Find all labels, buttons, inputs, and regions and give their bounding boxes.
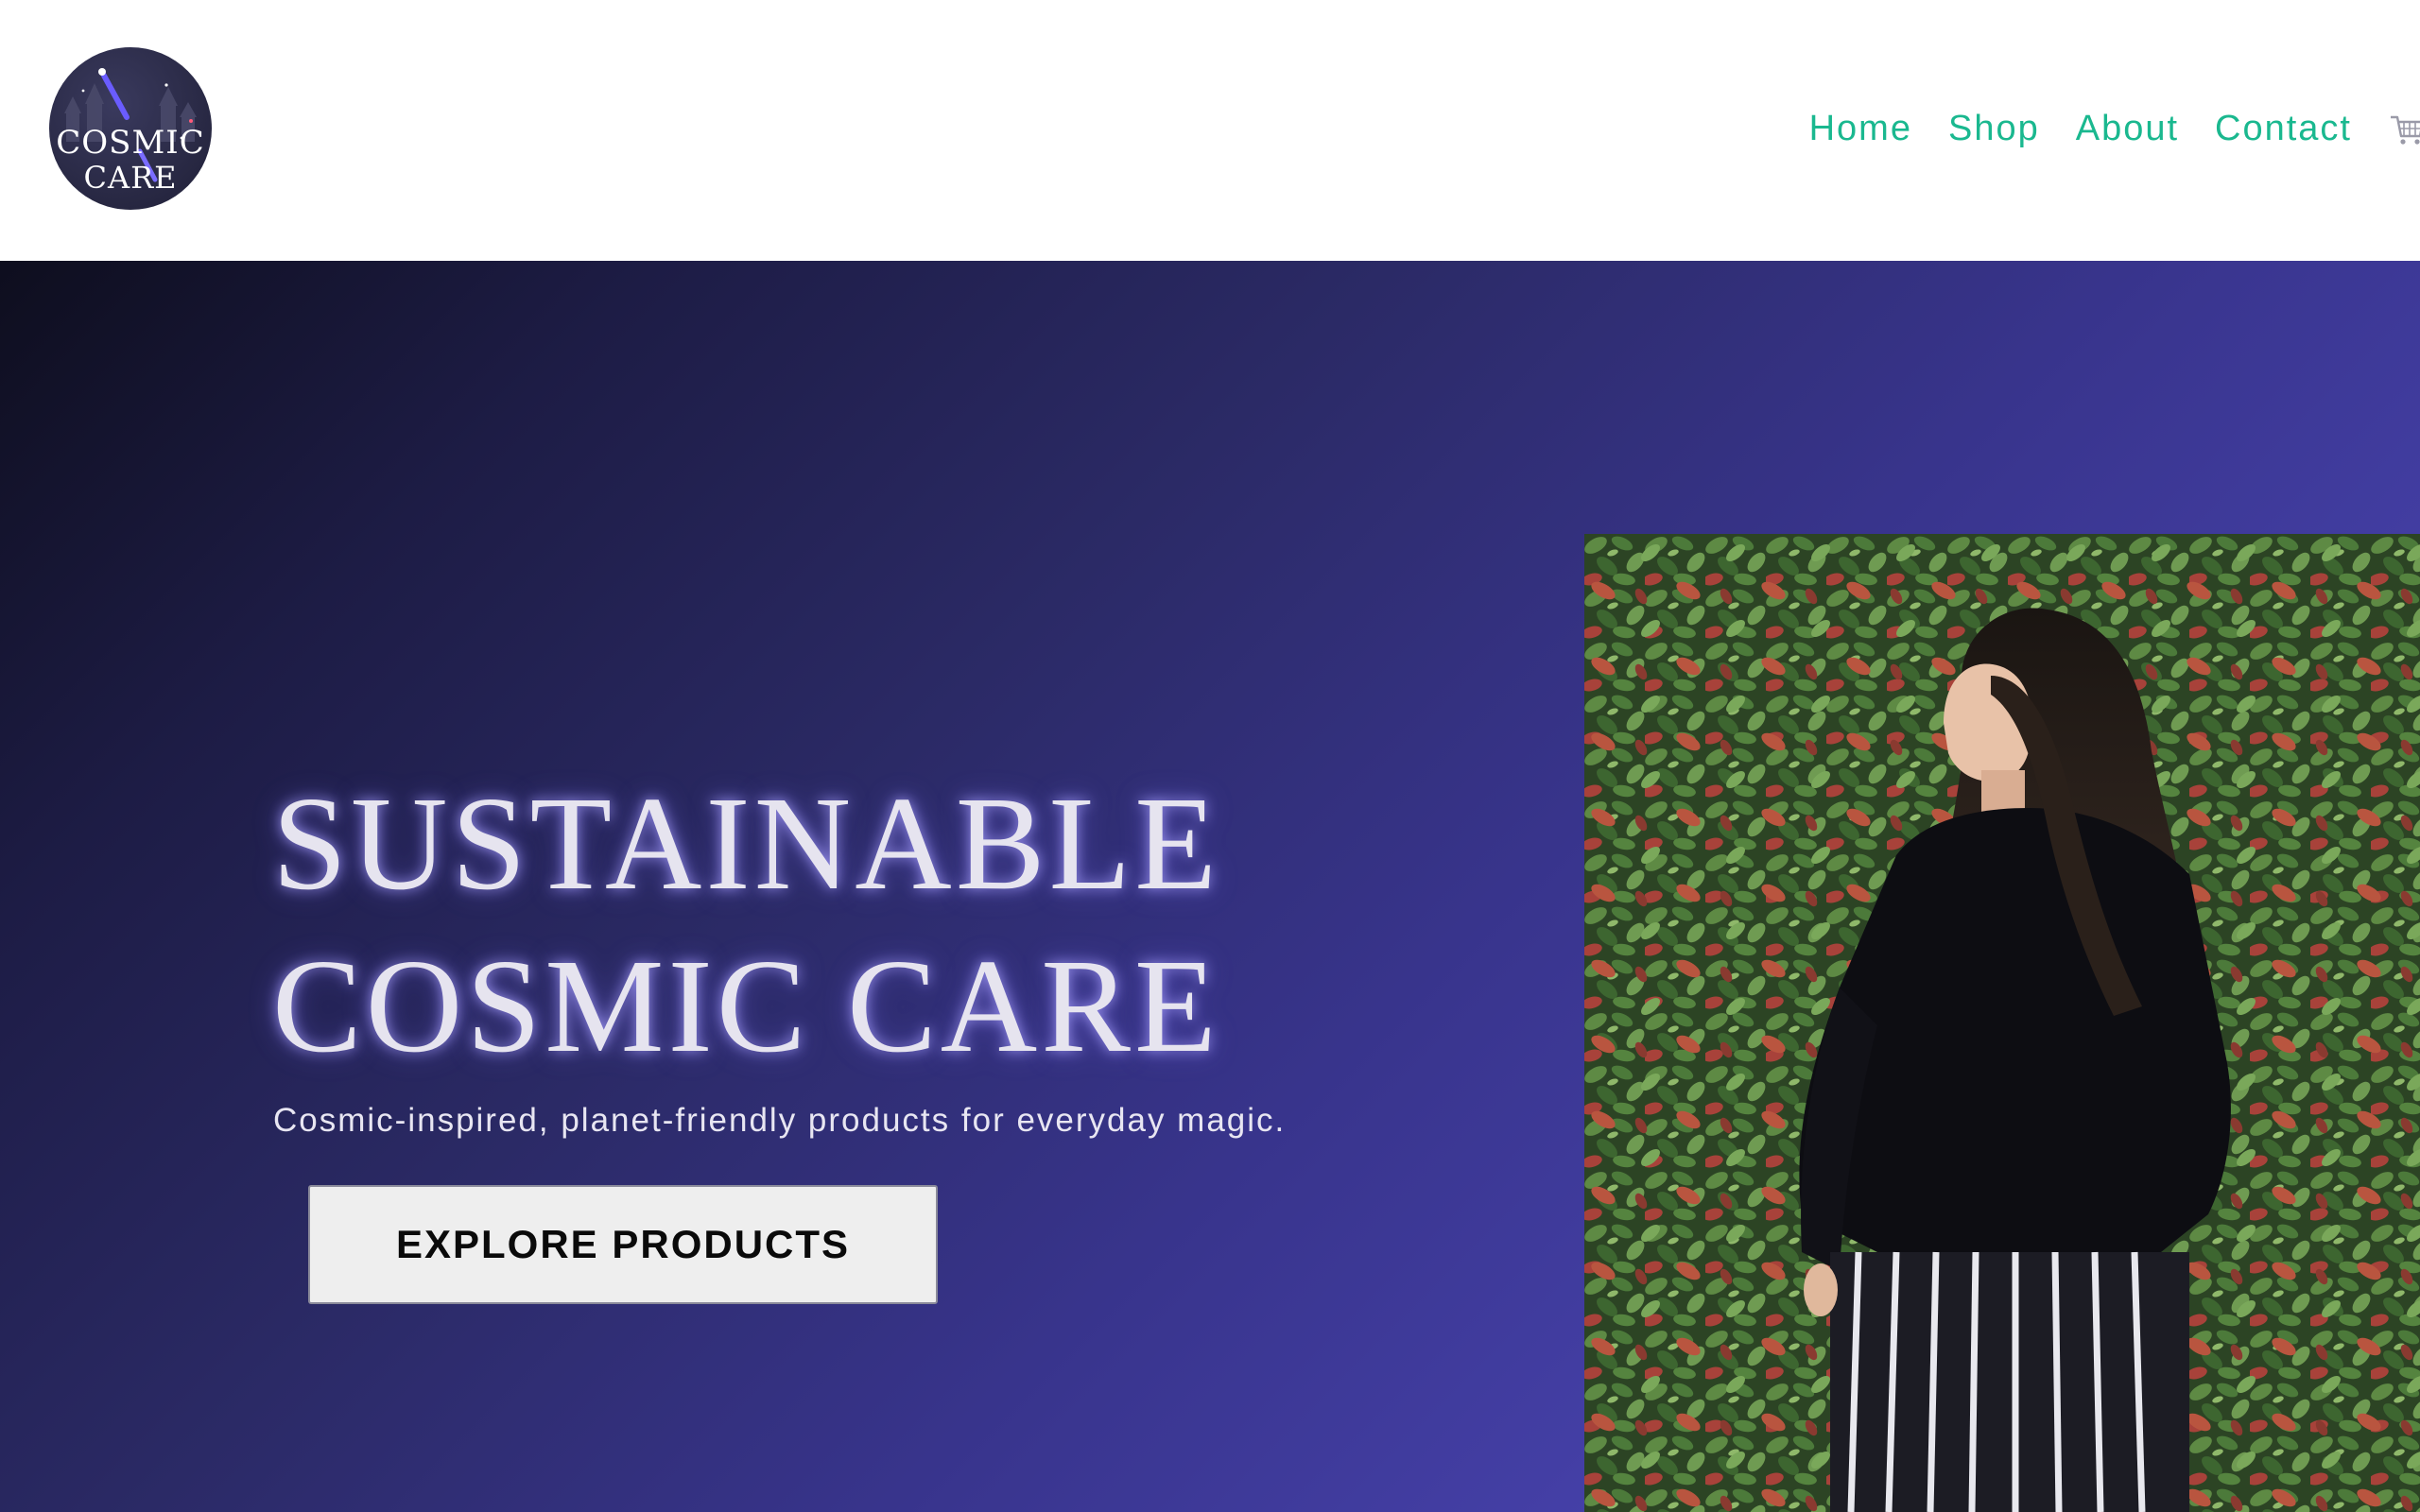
hero-image bbox=[1584, 534, 2420, 1512]
nav-link-contact[interactable]: Contact bbox=[2215, 109, 2352, 149]
nav-link-home[interactable]: Home bbox=[1809, 109, 1912, 149]
hero-title-line2: COSMIC CARE bbox=[272, 931, 1220, 1080]
hero-title-line1: SUSTAINABLE bbox=[272, 768, 1220, 918]
nav-link-about[interactable]: About bbox=[2076, 109, 2179, 149]
site-header: COSMIC CARE Home Shop About Contact bbox=[0, 0, 2420, 261]
site-logo[interactable]: COSMIC CARE bbox=[49, 47, 212, 210]
hero-title: SUSTAINABLE COSMIC CARE bbox=[272, 762, 1220, 1087]
explore-products-button[interactable]: EXPLORE PRODUCTS bbox=[308, 1185, 938, 1304]
main-nav: Home Shop About Contact bbox=[1809, 106, 2420, 151]
hero-section: SUSTAINABLE COSMIC CARE Cosmic-inspired,… bbox=[0, 261, 2420, 1512]
nav-link-shop[interactable]: Shop bbox=[1948, 109, 2040, 149]
logo-text-line1: COSMIC bbox=[56, 124, 205, 162]
hero-subtitle: Cosmic-inspired, planet-friendly product… bbox=[273, 1102, 1287, 1139]
shopping-cart-icon[interactable] bbox=[2388, 110, 2420, 147]
logo-text-line2: CARE bbox=[83, 160, 178, 196]
woman-in-front-of-hedge-photo bbox=[1584, 534, 2420, 1512]
